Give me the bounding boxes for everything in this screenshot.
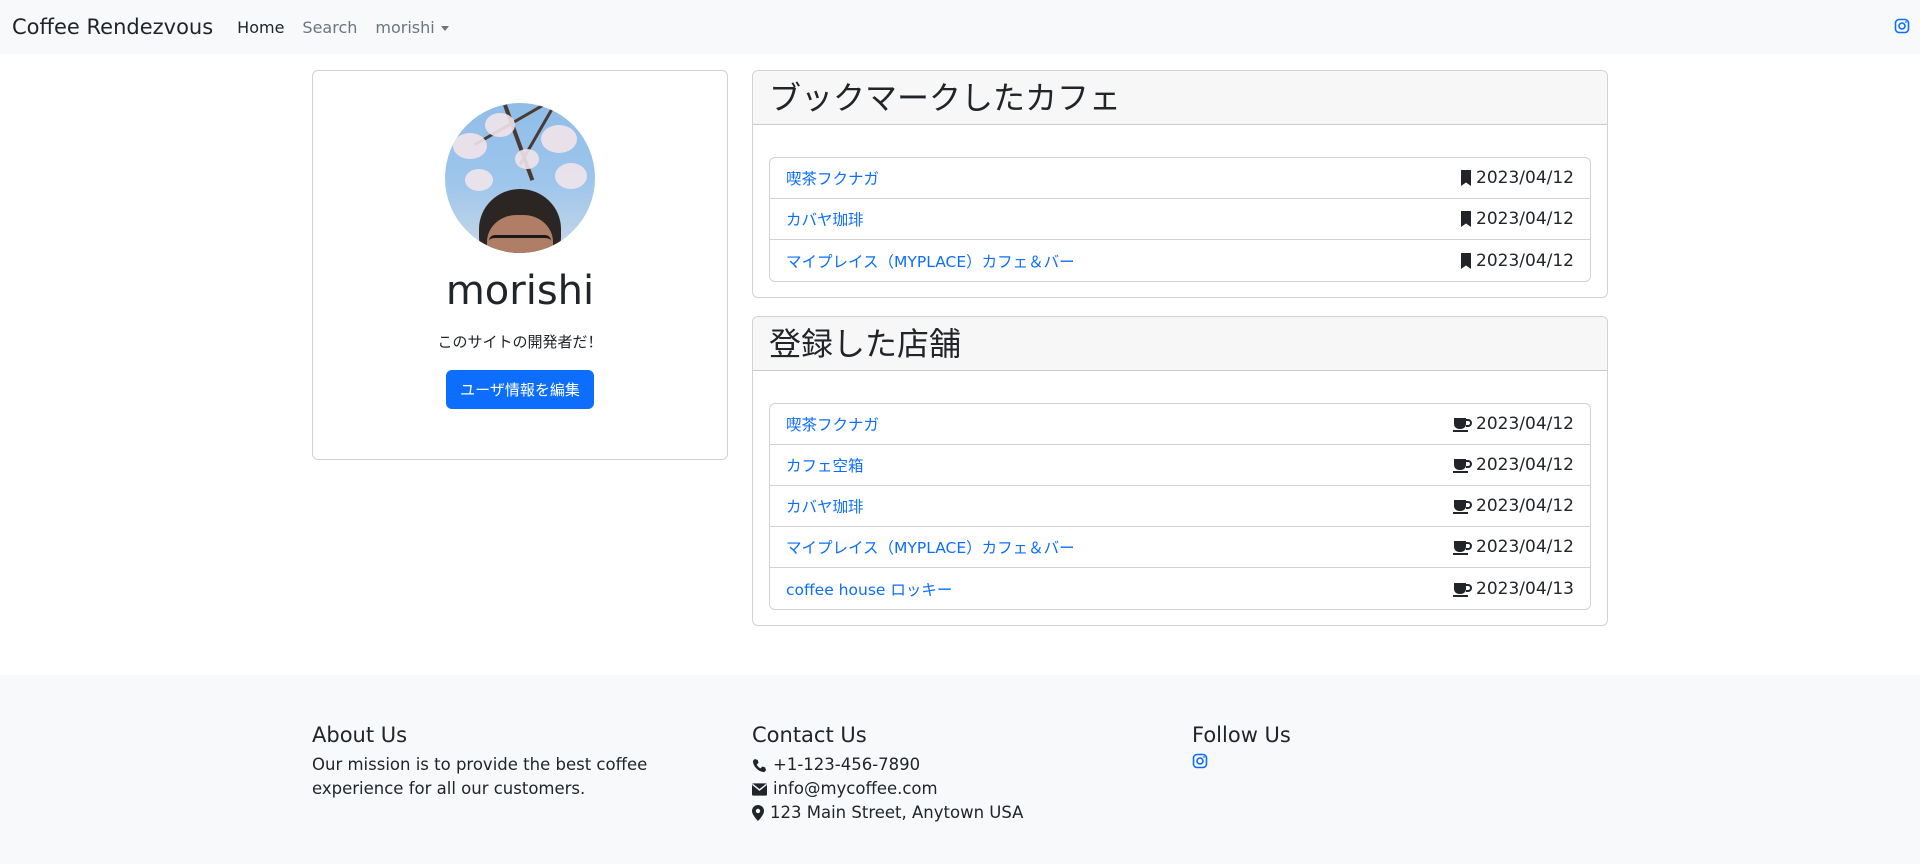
contact-title: Contact Us (752, 723, 867, 747)
follow-title: Follow Us (1192, 723, 1291, 747)
registered-list: 喫茶フクナガ 2023/04/12 カフェ空箱 2023/04/12 カバヤ珈琲 (769, 403, 1591, 610)
cafe-link[interactable]: カフェ空箱 (786, 454, 864, 476)
instagram-link[interactable] (1894, 18, 1910, 38)
instagram-icon (1192, 753, 1208, 769)
profile-card: morishi このサイトの開発者だ！ ユーザ情報を編集 (312, 70, 728, 460)
contact-phone: +1-123-456-7890 (752, 753, 1023, 777)
brand-link[interactable]: Coffee Rendezvous (12, 15, 213, 39)
avatar (445, 103, 595, 253)
instagram-icon (1894, 18, 1910, 34)
footer: About Us Our mission is to provide the b… (0, 675, 1920, 864)
phone-icon (752, 758, 767, 772)
edit-user-button[interactable]: ユーザ情報を編集 (446, 370, 594, 409)
about-title: About Us (312, 723, 408, 747)
contact-address: 123 Main Street, Anytown USA (752, 801, 1023, 825)
contact-email: info@mycoffee.com (752, 777, 1023, 801)
bookmark-icon (1461, 252, 1472, 269)
map-pin-icon (752, 805, 764, 821)
nav-home-link[interactable]: Home (237, 18, 284, 37)
footer-contact: Contact Us +1-123-456-7890 info@mycoffee… (752, 723, 1023, 825)
bookmark-icon (1461, 211, 1472, 227)
item-date: 2023/04/13 (1476, 578, 1574, 599)
list-item: カバヤ珈琲 2023/04/12 (770, 199, 1590, 240)
main-container: morishi このサイトの開発者だ！ ユーザ情報を編集 ブックマークしたカフェ… (0, 54, 1920, 675)
cafe-link[interactable]: マイプレイス（MYPLACE）カフェ＆バー (786, 250, 1075, 272)
cafe-link[interactable]: coffee house ロッキー (786, 578, 952, 600)
cafe-link[interactable]: カバヤ珈琲 (786, 495, 864, 517)
list-item: カフェ空箱 2023/04/12 (770, 445, 1590, 486)
cafe-link[interactable]: 喫茶フクナガ (786, 413, 879, 435)
list-item: coffee house ロッキー 2023/04/13 (770, 568, 1590, 609)
user-menu-dropdown[interactable]: morishi (375, 17, 449, 37)
registered-title: 登録した店舗 (753, 317, 1607, 371)
footer-about: About Us Our mission is to provide the b… (312, 723, 652, 801)
item-date: 2023/04/12 (1476, 168, 1574, 188)
item-date: 2023/04/12 (1476, 250, 1574, 271)
user-menu-label: morishi (375, 17, 435, 37)
item-date: 2023/04/12 (1476, 209, 1574, 229)
item-date: 2023/04/12 (1476, 414, 1574, 434)
cafe-link[interactable]: 喫茶フクナガ (786, 167, 879, 189)
item-date: 2023/04/12 (1476, 537, 1574, 557)
coffee-cup-icon (1453, 582, 1472, 597)
bookmarks-title: ブックマークしたカフェ (753, 71, 1607, 125)
coffee-cup-icon (1453, 418, 1472, 432)
navbar: Coffee Rendezvous Home Search morishi (0, 0, 1920, 54)
bookmarks-card: ブックマークしたカフェ 喫茶フクナガ 2023/04/12 カバヤ珈琲 2023… (752, 70, 1608, 298)
list-item: マイプレイス（MYPLACE）カフェ＆バー 2023/04/12 (770, 527, 1590, 568)
footer-instagram-link[interactable] (1192, 753, 1208, 773)
chevron-down-icon (440, 25, 449, 31)
profile-name: morishi (445, 268, 595, 314)
about-text: Our mission is to provide the best coffe… (312, 755, 648, 798)
registered-card: 登録した店舗 喫茶フクナガ 2023/04/12 カフェ空箱 2023/04/1… (752, 316, 1608, 626)
list-item: 喫茶フクナガ 2023/04/12 (770, 404, 1590, 445)
nav-search-link[interactable]: Search (302, 18, 357, 37)
coffee-cup-icon (1453, 500, 1472, 514)
cafe-link[interactable]: カバヤ珈琲 (786, 208, 864, 230)
bookmarks-list: 喫茶フクナガ 2023/04/12 カバヤ珈琲 2023/04/12 マイプレイ… (769, 157, 1591, 282)
item-date: 2023/04/12 (1476, 455, 1574, 475)
item-date: 2023/04/12 (1476, 496, 1574, 516)
cafe-link[interactable]: マイプレイス（MYPLACE）カフェ＆バー (786, 536, 1075, 558)
coffee-cup-icon (1453, 459, 1472, 473)
coffee-cup-icon (1453, 541, 1472, 555)
envelope-icon (752, 782, 767, 796)
bookmark-icon (1461, 170, 1472, 186)
list-item: マイプレイス（MYPLACE）カフェ＆バー 2023/04/12 (770, 240, 1590, 281)
list-item: カバヤ珈琲 2023/04/12 (770, 486, 1590, 527)
footer-follow: Follow Us (1192, 723, 1291, 773)
list-item: 喫茶フクナガ 2023/04/12 (770, 158, 1590, 199)
profile-bio: このサイトの開発者だ！ (437, 333, 603, 351)
